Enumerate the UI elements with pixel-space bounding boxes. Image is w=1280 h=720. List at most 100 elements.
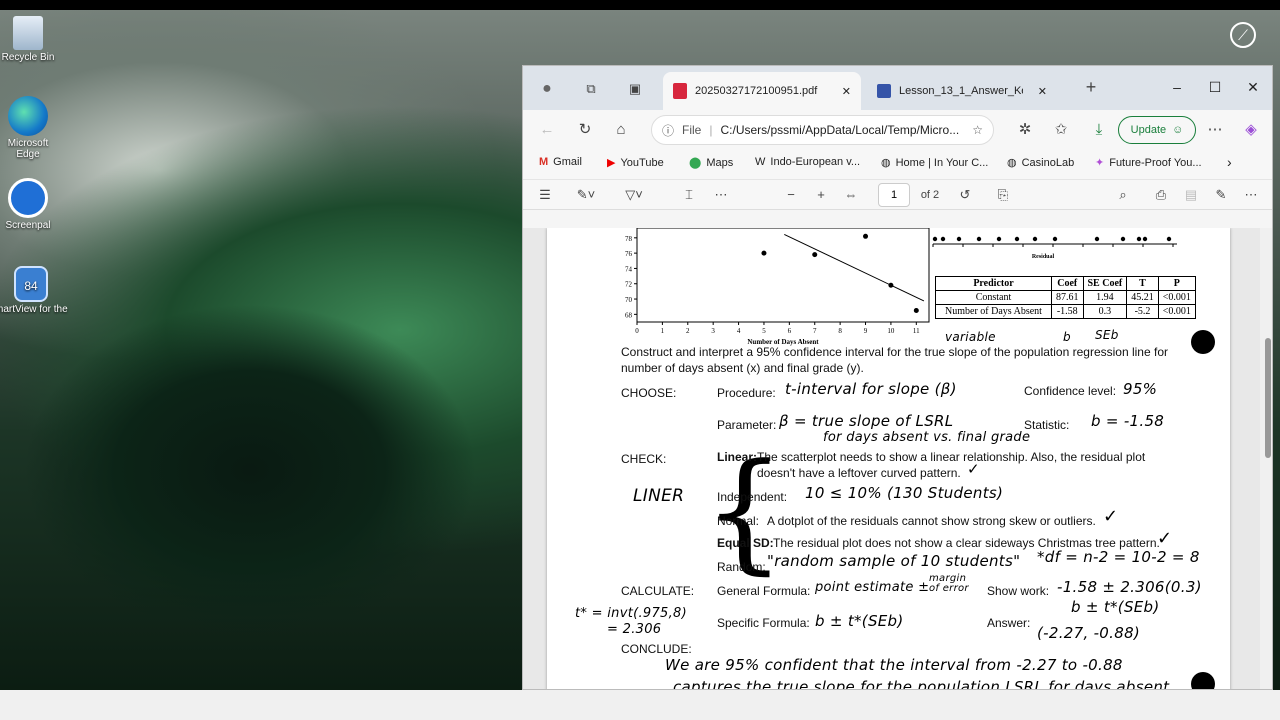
favorite-indo-european[interactable]: W Indo-European v... xyxy=(755,156,860,168)
zoom-in-icon[interactable]: + xyxy=(811,184,831,206)
scrollbar-thumb[interactable] xyxy=(1265,338,1271,458)
recycle-bin-shortcut[interactable]: Recycle Bin xyxy=(0,16,68,63)
document-icon xyxy=(877,84,891,98)
general-formula-answer: point estimate ± xyxy=(815,580,930,595)
parameter-answer-2: for days absent vs. final grade xyxy=(823,430,1031,445)
save-as-icon[interactable]: ✎ xyxy=(1211,184,1231,206)
x-tick-label: 10 xyxy=(887,327,895,335)
check-label: CHECK: xyxy=(621,452,667,466)
save-icon[interactable]: ▤ xyxy=(1181,184,1201,206)
tab-actions-icon[interactable]: ▣ xyxy=(625,78,645,100)
specific-formula-label: Specific Formula: xyxy=(717,616,810,630)
youtube-icon: ▶ xyxy=(607,157,616,169)
tab-pdf[interactable]: 20250327172100951.pdf ✕ xyxy=(663,72,861,110)
edge-shortcut[interactable]: Microsoft Edge xyxy=(0,96,68,160)
data-point xyxy=(812,252,818,258)
update-label: Update xyxy=(1130,124,1167,136)
close-tab-icon[interactable]: ✕ xyxy=(842,85,851,98)
tab-strip: ● ⧉ ▣ 20250327172100951.pdf ✕ Lesson_13_… xyxy=(523,66,1272,110)
favorite-youtube[interactable]: ▶ YouTube xyxy=(607,156,664,170)
new-tab-icon[interactable]: + xyxy=(1079,76,1103,98)
checkmark: ✓ xyxy=(1157,528,1173,549)
general-formula-label: General Formula: xyxy=(717,584,811,598)
highlight-icon[interactable]: ✎˅ xyxy=(571,184,601,206)
favorite-casinolab[interactable]: ◍ CasinoLab xyxy=(1007,156,1074,170)
maximize-icon[interactable]: ☐ xyxy=(1195,74,1235,100)
tab-answer-key[interactable]: Lesson_13_1_Answer_Key_A ✕ xyxy=(867,72,1057,110)
answer-label: Answer: xyxy=(987,616,1031,630)
x-tick-label: 6 xyxy=(788,327,792,335)
favorite-future-proof[interactable]: ✦ Future-Proof You... xyxy=(1095,156,1202,170)
linear-label: Linear: xyxy=(717,450,758,464)
x-tick-label: 4 xyxy=(737,327,741,335)
regression-output-table: Predictor Coef SE Coef T P Constant 87.61 1.94… xyxy=(935,276,1196,319)
calculate-label: CALCULATE: xyxy=(621,584,695,598)
page-count: of 2 xyxy=(920,189,940,201)
conclude-label: CONCLUDE: xyxy=(621,642,692,656)
table-cell: Number of Days Absent xyxy=(935,304,1052,319)
minimize-icon[interactable]: – xyxy=(1157,74,1197,100)
residual-dot xyxy=(1142,236,1148,242)
conclusion-text-2: captures the true slope for the populati… xyxy=(673,678,1170,690)
print-icon[interactable]: ⎙ xyxy=(1151,184,1171,206)
zoom-out-icon[interactable]: − xyxy=(781,184,801,206)
close-window-icon[interactable]: ✕ xyxy=(1233,74,1272,100)
page-number-input[interactable]: 1 xyxy=(878,183,910,207)
y-tick-label: 76 xyxy=(625,250,633,258)
screenpal-shortcut[interactable]: Screenpal xyxy=(0,178,68,231)
normal-text: A dotplot of the residuals cannot show s… xyxy=(767,514,1096,528)
x-tick-label: 8 xyxy=(838,327,842,335)
taskbar xyxy=(0,690,1280,720)
favorite-home[interactable]: ◍ Home | In Your C... xyxy=(881,156,988,170)
more-menu-icon[interactable]: ⋯ xyxy=(1203,118,1227,142)
settings-more-icon[interactable]: ⋯ xyxy=(1241,184,1261,206)
search-icon[interactable]: ⌕ xyxy=(1113,184,1133,206)
draw-icon[interactable]: ▽˅ xyxy=(619,184,649,206)
favorite-maps[interactable]: ⬤ Maps xyxy=(689,156,733,170)
table-cell: 0.3 xyxy=(1082,304,1128,319)
downloads-icon[interactable]: ⤓ xyxy=(1087,118,1111,142)
pdf-toolbar: ☰ ✎˅ ▽˅ ⌶ ⋯ − + ⇔ 1 of 2 ↺ ⎘ ⌕ ⎙ ▤ ✎ ⋯ xyxy=(523,180,1272,210)
smartview-shortcut[interactable]: 84 SmartView for the xyxy=(0,266,68,315)
chevron-right-icon[interactable]: › xyxy=(1227,154,1232,170)
table-cell: <0.001 xyxy=(1157,290,1196,305)
page-view-icon[interactable]: ⎘ xyxy=(993,184,1013,206)
recording-marker xyxy=(1191,672,1215,689)
profile-icon[interactable]: ● xyxy=(537,78,557,100)
fit-page-icon[interactable]: ⇔ xyxy=(841,184,861,206)
globe-icon: ◍ xyxy=(881,157,891,169)
top-edge xyxy=(0,0,1280,10)
data-point xyxy=(863,233,869,239)
home-icon[interactable]: ⌂ xyxy=(609,118,633,142)
address-bar[interactable]: ⓘ File | C:/Users/pssmi/AppData/Local/Te… xyxy=(651,115,994,145)
table-cell: 45.21 xyxy=(1126,290,1159,305)
favorite-star-icon[interactable]: ☆ xyxy=(972,123,983,137)
workspaces-icon[interactable]: ⧉ xyxy=(581,78,601,100)
rotate-icon[interactable]: ↺ xyxy=(955,184,975,206)
favorite-gmail[interactable]: M Gmail xyxy=(539,156,582,168)
accessibility-icon[interactable]: ⟋ xyxy=(1230,22,1256,48)
close-tab-icon[interactable]: ✕ xyxy=(1038,85,1047,98)
refresh-icon[interactable]: ↻ xyxy=(573,118,597,142)
update-button[interactable]: Update ☺ xyxy=(1118,116,1196,144)
data-point xyxy=(888,282,894,288)
y-tick-label: 72 xyxy=(625,281,633,289)
copilot-icon[interactable]: ◈ xyxy=(1239,118,1263,142)
edge-icon xyxy=(8,96,48,136)
table-cell: -1.58 xyxy=(1051,304,1084,319)
contents-icon[interactable]: ☰ xyxy=(535,184,555,206)
favorites-bar: M Gmail ▶ YouTube ⬤ Maps W Indo-European v..… xyxy=(523,150,1272,180)
scrollbar[interactable] xyxy=(1260,228,1272,689)
residual-dot xyxy=(996,236,1002,242)
favorites-icon[interactable]: ✩ xyxy=(1049,118,1073,142)
table-cell: -5.2 xyxy=(1126,304,1159,319)
linear-text: The scatterplot needs to show a linear r… xyxy=(757,450,1146,464)
extensions-icon[interactable]: ✲ xyxy=(1013,118,1037,142)
statistic-answer: b = -1.58 xyxy=(1091,412,1165,430)
text-icon[interactable]: ⌶ xyxy=(679,184,699,206)
more-tools-icon[interactable]: ⋯ xyxy=(711,184,731,206)
specific-formula-answer: b ± t*(SEb) xyxy=(815,612,904,630)
x-tick-label: 2 xyxy=(686,327,690,335)
back-icon[interactable]: ← xyxy=(535,118,559,142)
answer-value: (-2.27, -0.88) xyxy=(1037,624,1141,642)
